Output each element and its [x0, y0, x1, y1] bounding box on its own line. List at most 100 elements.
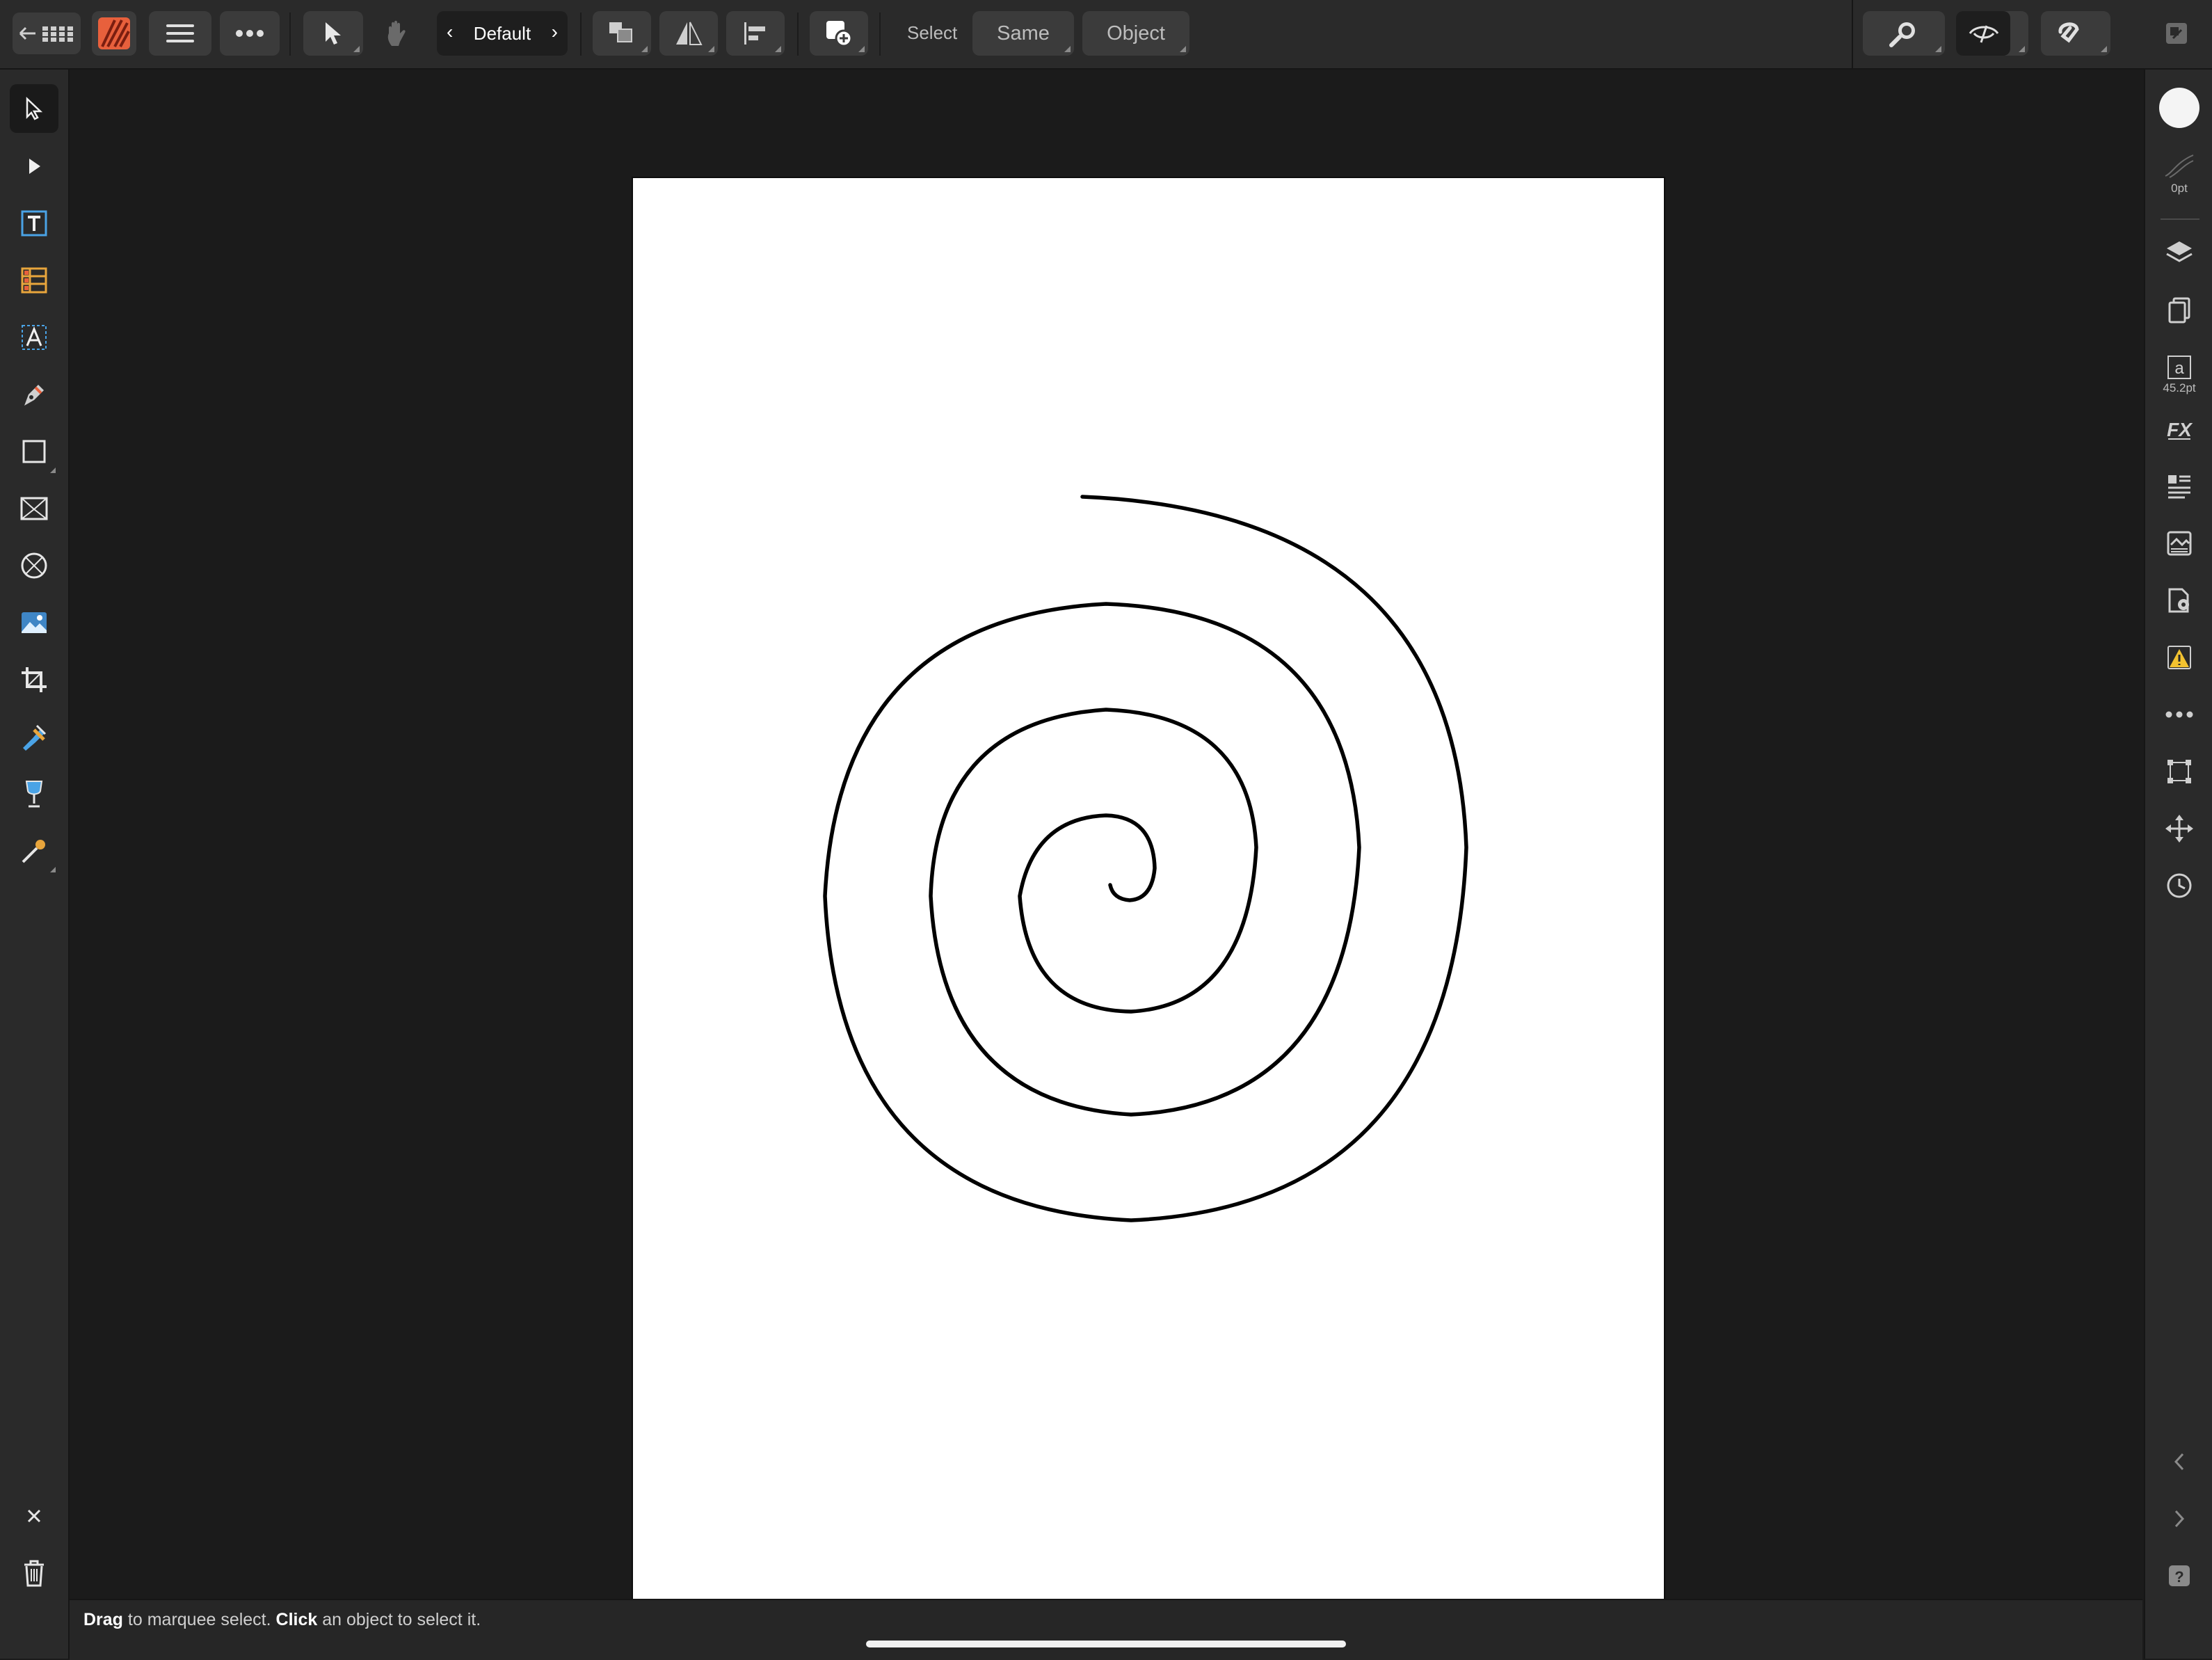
persona-label: Default — [473, 22, 531, 44]
hand-icon — [387, 20, 406, 46]
pen-tool[interactable] — [10, 370, 58, 419]
hint-drag: Drag — [83, 1610, 123, 1629]
spiral-path[interactable] — [823, 495, 1468, 1222]
table-tool[interactable] — [10, 256, 58, 305]
svg-text:a: a — [2174, 359, 2184, 378]
select-mode-button[interactable] — [303, 11, 363, 56]
toolbar-divider — [797, 13, 799, 56]
status-bar: Drag to marquee select. Click an object … — [70, 1599, 2142, 1660]
close-tool-button[interactable] — [10, 1492, 58, 1540]
character-a-icon: a — [2167, 356, 2191, 379]
context-hint: Drag to marquee select. Click an object … — [83, 1610, 481, 1630]
history-button[interactable] — [2155, 861, 2204, 910]
pages-button[interactable] — [2155, 285, 2204, 334]
fill-tool[interactable] — [10, 712, 58, 761]
fx-icon: FX — [2167, 419, 2193, 440]
select-object-label: Object — [1107, 22, 1165, 45]
node-tool[interactable] — [10, 142, 58, 191]
navigator-button[interactable] — [2155, 804, 2204, 853]
publisher-logo-icon — [98, 17, 130, 49]
more-options-button[interactable] — [220, 11, 280, 56]
eyedropper-icon — [22, 840, 45, 863]
transform-button[interactable] — [2155, 747, 2204, 796]
select-object-button[interactable]: Object — [1082, 11, 1189, 56]
align-button[interactable] — [726, 11, 785, 56]
fill-color-swatch[interactable] — [2155, 83, 2204, 132]
text-size-label: 45.2pt — [2163, 381, 2196, 394]
back-to-gallery-button[interactable] — [13, 13, 81, 54]
magnifier-icon — [1889, 22, 1915, 47]
document-page[interactable] — [632, 177, 1665, 1639]
menu-button[interactable] — [149, 11, 211, 56]
artistic-text-tool[interactable] — [10, 313, 58, 362]
expand-panel-button[interactable] — [2155, 1494, 2204, 1543]
chevron-right-icon[interactable]: › — [552, 21, 558, 43]
move-arrows-icon — [2165, 815, 2193, 843]
crop-tool[interactable] — [10, 655, 58, 704]
resource-manager-button[interactable] — [2155, 576, 2204, 625]
fill-icon — [23, 724, 47, 751]
publisher-persona-icon[interactable] — [92, 11, 136, 56]
hand-tool-button[interactable] — [376, 11, 420, 56]
more-studio-button[interactable] — [2155, 690, 2204, 739]
arrow-left-grid-icon — [19, 26, 73, 42]
select-same-button[interactable]: Same — [972, 11, 1074, 56]
svg-text:FX: FX — [2167, 419, 2193, 440]
hamburger-icon — [166, 24, 194, 42]
chevron-left-icon — [2174, 1453, 2184, 1471]
assets-icon — [2167, 531, 2192, 556]
picture-frame-rectangle-icon — [20, 497, 48, 520]
move-tool[interactable] — [10, 84, 58, 133]
text-styles-button[interactable] — [2155, 462, 2204, 511]
boolean-operations-button[interactable] — [810, 11, 868, 56]
arrange-icon — [609, 22, 632, 42]
preflight-button[interactable] — [2155, 633, 2204, 682]
place-image-tool[interactable] — [10, 598, 58, 647]
hint-drag-rest: to marquee select. — [122, 1610, 276, 1629]
ellipsis-icon — [236, 30, 264, 37]
layers-icon — [2166, 241, 2193, 262]
select-same-label: Same — [997, 22, 1050, 45]
color-picker-tool[interactable] — [10, 827, 58, 875]
frame-text-tool[interactable] — [10, 199, 58, 248]
assets-button[interactable] — [2155, 519, 2204, 568]
frame-text-icon — [21, 210, 47, 237]
layers-button[interactable] — [2155, 228, 2204, 277]
rectangle-icon — [22, 440, 46, 463]
studio-divider — [2161, 218, 2199, 220]
flip-button[interactable] — [659, 11, 718, 56]
panel-toggle-icon — [2166, 23, 2187, 44]
arrange-button[interactable] — [593, 11, 651, 56]
eye-icon — [1969, 25, 1999, 43]
spiral-shape[interactable] — [633, 178, 1664, 1638]
picture-frame-rectangle-tool[interactable] — [10, 484, 58, 533]
trash-icon — [24, 1560, 44, 1587]
warning-icon — [2167, 646, 2191, 669]
align-left-icon — [744, 22, 765, 45]
top-toolbar: ‹ Default › Select Same Object — [0, 0, 2212, 70]
delete-button[interactable] — [10, 1549, 58, 1597]
persona-selector[interactable]: ‹ Default › — [437, 11, 568, 56]
view-mode-button[interactable] — [1956, 11, 2028, 56]
toolbar-divider — [289, 13, 291, 56]
picture-frame-ellipse-tool[interactable] — [10, 541, 58, 590]
select-label: Select — [907, 22, 958, 43]
image-icon — [22, 612, 47, 633]
canvas-area[interactable] — [70, 70, 2142, 1639]
rectangle-tool[interactable] — [10, 427, 58, 476]
transparency-tool[interactable] — [10, 769, 58, 818]
character-button[interactable]: a 45.2pt — [2155, 344, 2204, 406]
close-icon — [27, 1509, 41, 1523]
zoom-button[interactable] — [1863, 11, 1945, 56]
tools-panel — [0, 70, 70, 1659]
help-button[interactable]: ? — [2155, 1551, 2204, 1600]
collapse-panel-button[interactable] — [2155, 1437, 2204, 1486]
flip-horizontal-icon — [676, 22, 703, 45]
chevron-left-icon[interactable]: ‹ — [447, 21, 453, 43]
stroke-panel-button[interactable]: 0pt — [2155, 139, 2204, 209]
clock-icon — [2167, 873, 2192, 898]
studio-toggle-button[interactable] — [2152, 11, 2201, 56]
effects-button[interactable]: FX — [2155, 405, 2204, 454]
snapping-button[interactable] — [2041, 11, 2110, 56]
move-arrow-icon — [26, 97, 43, 120]
